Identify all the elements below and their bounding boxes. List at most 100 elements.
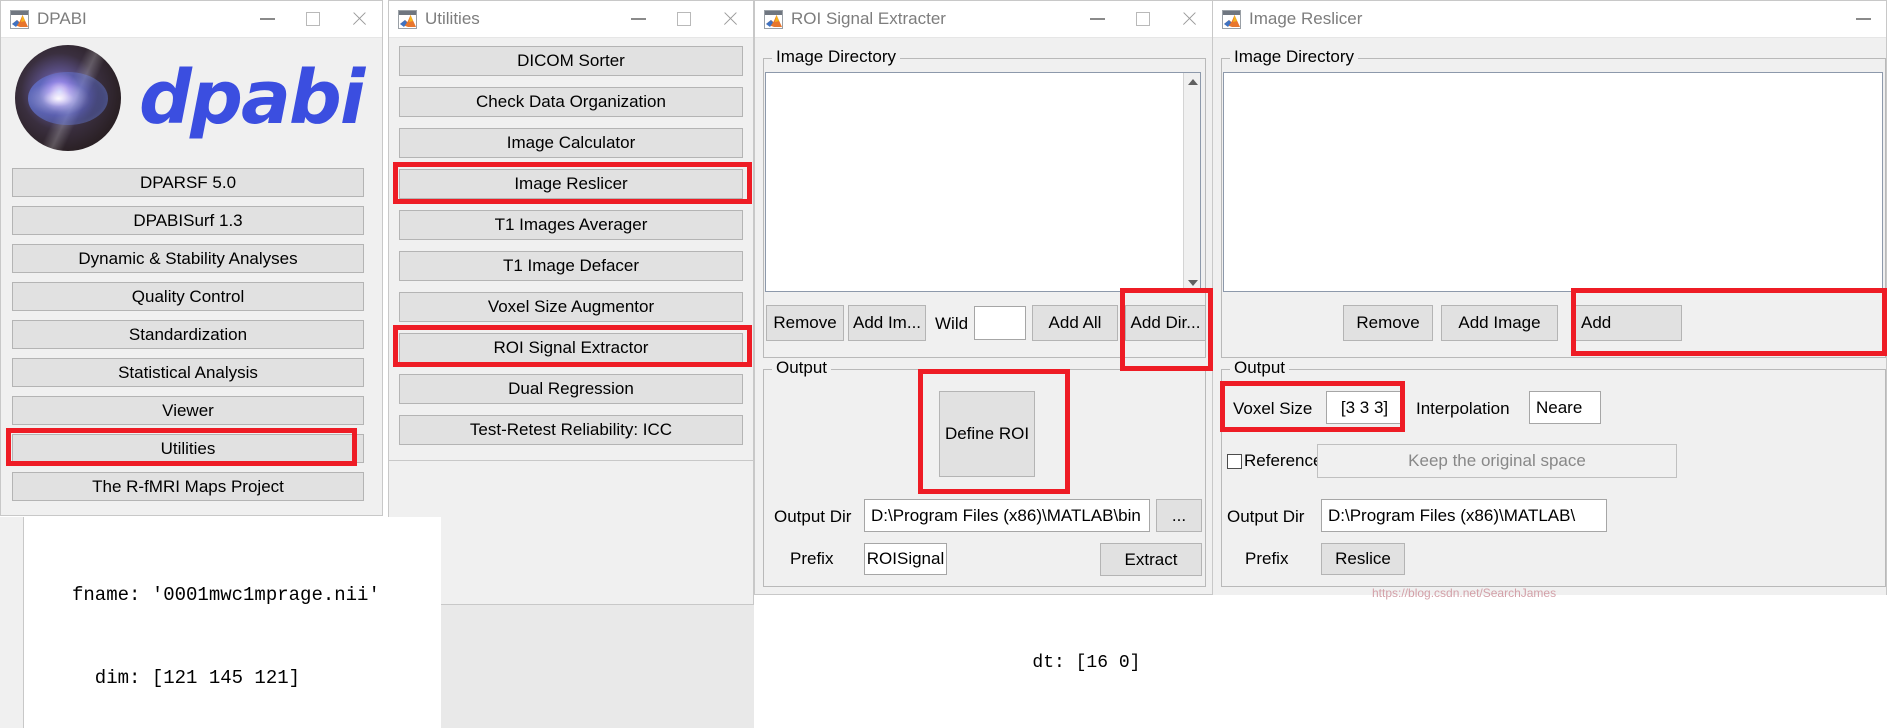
utilities-button-dual-regression[interactable]: Dual Regression [399, 374, 743, 404]
console-line: fname: '0001mwc1mprage.nii' [72, 584, 380, 607]
roi-browse-button[interactable]: ... [1156, 499, 1202, 532]
roi-define-roi-button[interactable]: Define ROI [939, 391, 1035, 477]
reslicer-voxel-size-input[interactable]: [3 3 3] [1326, 391, 1403, 424]
window-controls-utilities [615, 1, 753, 37]
window-title-roi: ROI Signal Extracter [791, 9, 946, 28]
reslicer-add-image-button[interactable]: Add Image [1441, 305, 1558, 341]
utilities-button-roi-signal-extractor[interactable]: ROI Signal Extractor [399, 333, 743, 363]
scroll-down-icon[interactable] [1184, 274, 1201, 291]
dpabi-button-dynamic-stability[interactable]: Dynamic & Stability Analyses [12, 244, 364, 273]
dpabi-button-label: DPABISurf 1.3 [133, 210, 243, 230]
close-button-roi[interactable] [1166, 1, 1212, 37]
dpabi-button-dpabisurf[interactable]: DPABISurf 1.3 [12, 206, 364, 235]
minimize-button-roi[interactable] [1074, 1, 1120, 37]
roi-output-dir-label: Output Dir [774, 507, 852, 526]
roi-add-all-label: Add All [1048, 313, 1102, 332]
roi-output-dir-input[interactable]: D:\Program Files (x86)\MATLAB\bin [864, 499, 1150, 532]
window-roi-signal-extracter: ROI Signal Extracter Image Directory Rem… [754, 0, 1213, 595]
reslicer-output-dir-input[interactable]: D:\Program Files (x86)\MATLAB\ [1321, 499, 1607, 532]
scroll-up-icon[interactable] [1184, 73, 1201, 90]
minimize-button-dpabi[interactable] [244, 1, 290, 37]
reslicer-interpolation-label: Interpolation [1416, 399, 1510, 418]
utilities-button-label: T1 Images Averager [494, 215, 648, 234]
roi-add-all-button[interactable]: Add All [1032, 305, 1118, 341]
utilities-button-label: T1 Image Defacer [502, 256, 640, 275]
window-utilities: Utilities DICOM Sorter Check Data Organi… [388, 0, 754, 605]
dpabi-button-quality-control[interactable]: Quality Control [12, 282, 364, 311]
utilities-button-check-data-organization[interactable]: Check Data Organization [399, 87, 743, 117]
dpabi-button-dparsf[interactable]: DPARSF 5.0 [12, 168, 364, 197]
reslicer-image-directory-listbox[interactable] [1223, 72, 1883, 292]
utilities-button-test-retest-reliability-icc[interactable]: Test-Retest Reliability: ICC [399, 415, 743, 445]
dpabi-button-standardization[interactable]: Standardization [12, 320, 364, 349]
minimize-button-reslicer[interactable] [1840, 1, 1886, 37]
roi-extract-label: Extract [1124, 549, 1178, 569]
matlab-icon [10, 9, 29, 29]
matlab-icon [764, 9, 783, 29]
utilities-button-label: Test-Retest Reliability: ICC [469, 420, 673, 439]
close-button-utilities[interactable] [707, 1, 753, 37]
maximize-button-roi[interactable] [1120, 1, 1166, 37]
roi-add-dir-label: Add Dir... [1130, 313, 1201, 332]
dpabi-button-viewer[interactable]: Viewer [12, 396, 364, 425]
watermark: https://blog.csdn.net/SearchJames [1372, 586, 1557, 600]
roi-output-legend: Output [772, 358, 832, 378]
dpabi-button-rfmri-maps-project[interactable]: The R-fMRI Maps Project [12, 472, 364, 501]
utilities-button-t1-images-averager[interactable]: T1 Images Averager [399, 210, 743, 240]
reslicer-prefix-input[interactable]: Reslice [1321, 543, 1405, 575]
titlebar-roi: ROI Signal Extracter [755, 1, 1212, 38]
roi-wild-input[interactable] [974, 306, 1026, 340]
reslicer-interpolation-select[interactable]: Neare [1529, 391, 1601, 424]
roi-add-image-label: Add Im... [852, 313, 922, 332]
close-button-dpabi[interactable] [336, 1, 382, 37]
roi-image-directory-listbox[interactable] [765, 72, 1201, 292]
utilities-button-t1-image-defacer[interactable]: T1 Image Defacer [399, 251, 743, 281]
dpabi-logo: dpabi [15, 45, 365, 151]
reslicer-reference-label: Reference [1244, 451, 1323, 470]
roi-add-image-button[interactable]: Add Im... [848, 305, 926, 341]
utilities-button-label: DICOM Sorter [517, 51, 625, 70]
maximize-button-utilities[interactable] [661, 1, 707, 37]
maximize-button-dpabi[interactable] [290, 1, 336, 37]
dpabi-wordmark: dpabi [139, 55, 365, 141]
reslicer-add-image-label: Add Image [1458, 313, 1541, 332]
minimize-button-utilities[interactable] [615, 1, 661, 37]
dpabi-button-statistical-analysis[interactable]: Statistical Analysis [12, 358, 364, 387]
reslicer-output-dir-label: Output Dir [1227, 507, 1305, 526]
dpabi-button-label: Statistical Analysis [118, 362, 258, 382]
reslicer-reference-input[interactable]: Keep the original space [1317, 444, 1677, 478]
reslicer-reference-checkbox[interactable] [1227, 453, 1242, 469]
console-gutter [0, 517, 23, 728]
roi-wild-label: Wild [935, 314, 969, 333]
dpabi-button-utilities[interactable]: Utilities [12, 434, 364, 463]
roi-prefix-label: Prefix [790, 549, 834, 568]
utilities-button-dicom-sorter[interactable]: DICOM Sorter [399, 46, 743, 76]
console-line: dt: [16 0] [1000, 653, 1141, 674]
roi-listbox-scrollbar[interactable] [1183, 73, 1200, 291]
dpabi-button-label: Utilities [160, 438, 216, 458]
reslicer-remove-button[interactable]: Remove [1343, 305, 1433, 341]
utilities-button-image-calculator[interactable]: Image Calculator [399, 128, 743, 158]
reslicer-reference-checkbox-row: Reference [1227, 451, 1322, 471]
roi-prefix-input[interactable]: ROISignal [864, 543, 947, 575]
brain-logo-icon [15, 45, 121, 151]
utilities-button-label: ROI Signal Extractor [493, 338, 649, 357]
roi-add-dir-button[interactable]: Add Dir... [1125, 305, 1206, 341]
utilities-button-label: Image Calculator [506, 133, 636, 152]
window-controls-reslicer [1840, 1, 1886, 37]
console-line: dim: [121 145 121] [72, 666, 301, 689]
roi-remove-button[interactable]: Remove [766, 305, 844, 341]
reslicer-remove-label: Remove [1356, 313, 1420, 332]
roi-image-directory-legend: Image Directory [772, 47, 900, 67]
window-image-reslicer: Image Reslicer Image Directory Remove Ad… [1212, 0, 1887, 600]
reslicer-output-legend: Output [1230, 358, 1290, 378]
utilities-button-voxel-size-augmentor[interactable]: Voxel Size Augmentor [399, 292, 743, 322]
window-dpabi: DPABI dpabi DPARSF 5.0 DPABISurf 1.3 Dyn… [0, 0, 383, 516]
roi-extract-button[interactable]: Extract [1100, 543, 1202, 576]
titlebar-reslicer: Image Reslicer [1213, 1, 1886, 38]
utilities-button-image-reslicer[interactable]: Image Reslicer [399, 169, 743, 199]
utilities-button-label: Image Reslicer [514, 174, 628, 193]
reslicer-image-directory-legend: Image Directory [1230, 47, 1358, 67]
reslicer-add-button[interactable]: Add [1572, 305, 1682, 341]
roi-remove-label: Remove [773, 313, 837, 332]
